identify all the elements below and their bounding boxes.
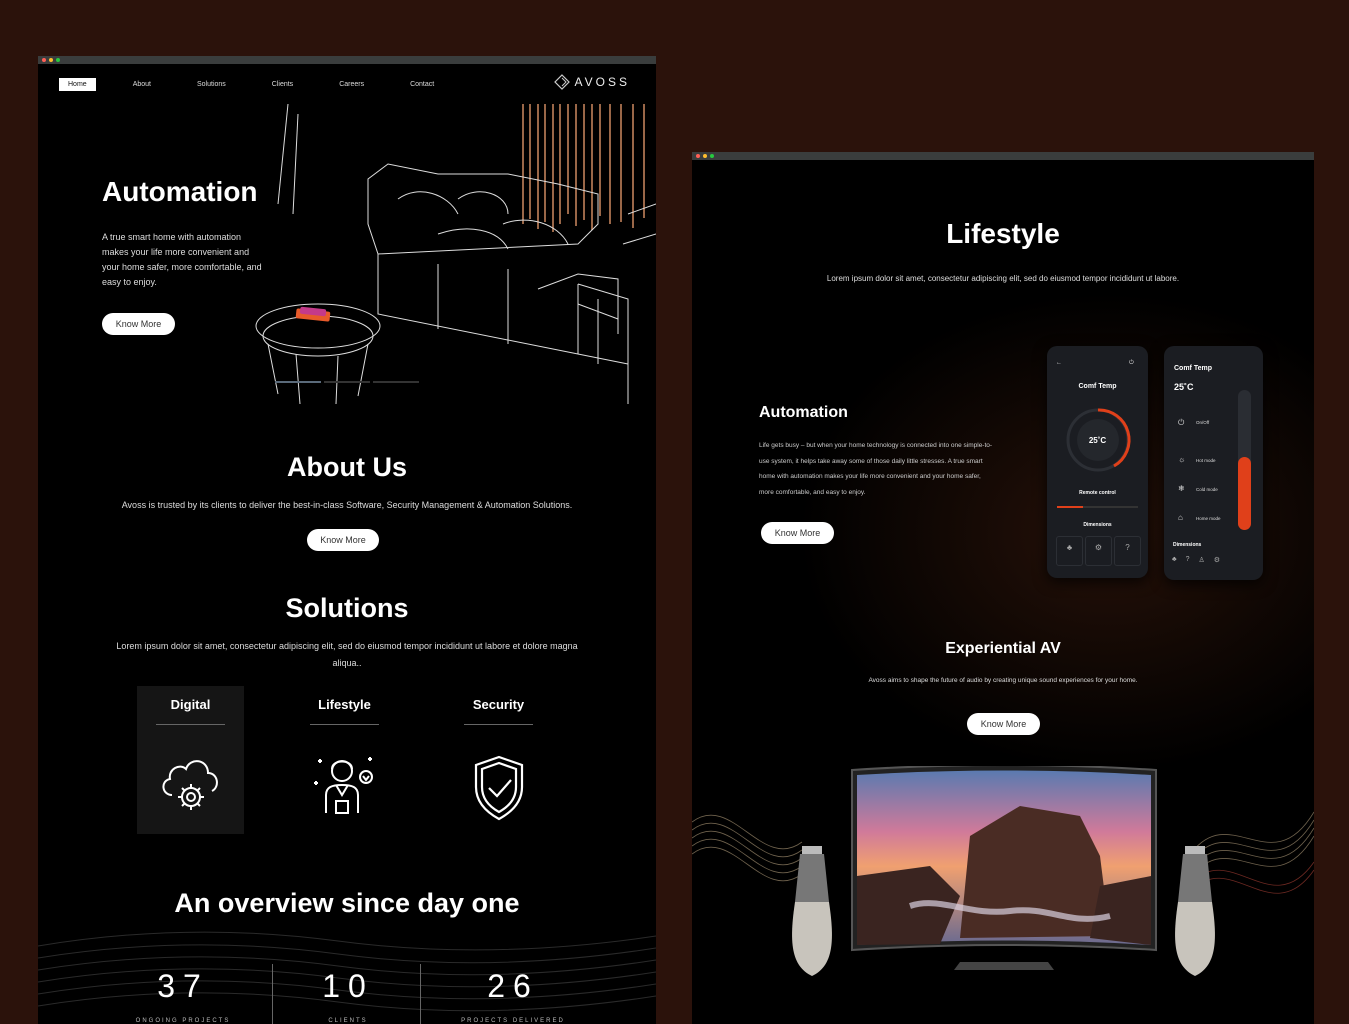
solution-card-digital[interactable]: Digital xyxy=(137,686,244,834)
help-icon[interactable]: ? xyxy=(1114,536,1141,566)
maximize-dot[interactable] xyxy=(710,154,714,158)
mode-label[interactable]: Home mode xyxy=(1196,516,1221,521)
dimensions-label: Dimensions xyxy=(1083,522,1112,528)
solution-card-security[interactable]: Security xyxy=(445,686,552,834)
hero-know-more-button[interactable]: Know More xyxy=(102,313,175,335)
power-icon[interactable]: ⏻ xyxy=(1129,360,1134,367)
window-titlebar xyxy=(692,152,1314,160)
mode-label[interactable]: Hot mode xyxy=(1196,458,1216,463)
phone-shortcuts: ♣ ⚙ ? xyxy=(1056,536,1141,566)
user-icon[interactable]: ♙ xyxy=(1199,556,1205,564)
nav-careers[interactable]: Careers xyxy=(330,78,373,91)
person-heart-icon xyxy=(313,757,373,814)
nav-about[interactable]: About xyxy=(124,78,160,91)
left-browser-window: Home About Solutions Clients Careers Con… xyxy=(38,56,656,1024)
av-title: Experiential AV xyxy=(945,640,1061,657)
nav-contact[interactable]: Contact xyxy=(401,78,443,91)
remote-label: Remote control xyxy=(1079,490,1116,496)
curved-tv-image xyxy=(851,766,1157,970)
automation-know-more-button[interactable]: Know More xyxy=(761,522,834,544)
solutions-title: Solutions xyxy=(285,593,409,623)
snowflake-icon[interactable]: ❄ xyxy=(1178,484,1185,493)
remote-slider[interactable] xyxy=(1057,506,1138,508)
tree-icon[interactable]: ♣ xyxy=(1172,556,1177,564)
lifestyle-title: Lifestyle xyxy=(946,218,1060,249)
slide-dot-2[interactable] xyxy=(324,381,370,383)
stat-number: 10 xyxy=(322,968,374,1004)
phone-title: Comf Temp xyxy=(1078,383,1117,390)
close-dot[interactable] xyxy=(42,58,46,62)
nav-clients[interactable]: Clients xyxy=(263,78,302,91)
phone-temperature: 25˚C xyxy=(1174,382,1194,392)
stat-label: CLIENTS xyxy=(328,1018,368,1024)
mode-label[interactable]: Cold mode xyxy=(1196,487,1218,492)
gear-icon[interactable]: ⚙ xyxy=(1085,536,1112,566)
hero-title: Automation xyxy=(102,176,258,207)
diamond-logo-icon xyxy=(553,74,570,90)
divider xyxy=(310,724,379,725)
solution-card-lifestyle[interactable]: Lifestyle xyxy=(291,686,398,834)
gear-icon[interactable]: ⚙ xyxy=(1214,556,1220,564)
speaker-left-image xyxy=(792,846,832,976)
mode-label[interactable]: On/Off xyxy=(1196,420,1209,425)
av-text: Avoss aims to shape the future of audio … xyxy=(868,677,1138,684)
home-icon[interactable]: ⌂ xyxy=(1178,513,1183,522)
phone-mockup-dial: ← ⏻ Comf Temp 25˚C Remote control Dimens… xyxy=(1047,346,1148,578)
solution-label: Digital xyxy=(170,697,211,712)
logo-text: AVOSS xyxy=(574,75,630,89)
level-bar[interactable] xyxy=(1238,390,1251,530)
about-know-more-button[interactable]: Know More xyxy=(307,529,379,551)
sun-icon[interactable]: ☼ xyxy=(1178,455,1185,464)
hero-description: A true smart home with automation makes … xyxy=(102,232,262,287)
overview-title: An overview since day one xyxy=(174,888,520,918)
nav-home[interactable]: Home xyxy=(59,78,96,91)
power-icon[interactable]: ⏻ xyxy=(1178,418,1184,428)
hero-slider-indicator xyxy=(275,381,419,383)
shield-check-icon xyxy=(474,755,523,821)
divider xyxy=(464,724,533,725)
minimize-dot[interactable] xyxy=(703,154,707,158)
maximize-dot[interactable] xyxy=(56,58,60,62)
tree-icon[interactable]: ♣ xyxy=(1056,536,1083,566)
close-dot[interactable] xyxy=(696,154,700,158)
minimize-dot[interactable] xyxy=(49,58,53,62)
cloud-gear-icon xyxy=(162,760,218,810)
stat-number: 37 xyxy=(157,968,209,1004)
level-fill xyxy=(1238,457,1251,530)
about-text: Avoss is trusted by its clients to deliv… xyxy=(121,500,573,510)
back-arrow-icon[interactable]: ← xyxy=(1056,360,1062,366)
stat-label: ONGOING PROJECTS xyxy=(135,1018,231,1024)
stat-label: PROJECTS DELIVERED xyxy=(461,1018,565,1024)
phone-mockup-modes: Comf Temp 25˚C ⏻ On/Off ☼ Hot mode ❄ Col… xyxy=(1164,346,1263,580)
window-titlebar xyxy=(38,56,656,64)
lifestyle-subtitle: Lorem ipsum dolor sit amet, consectetur … xyxy=(826,274,1180,283)
divider xyxy=(272,964,273,1024)
automation-text: Life gets busy – but when your home tech… xyxy=(759,442,993,496)
solution-label: Lifestyle xyxy=(318,697,371,712)
av-know-more-button[interactable]: Know More xyxy=(967,713,1040,735)
nav-solutions[interactable]: Solutions xyxy=(188,78,235,91)
phone-shortcuts: ♣ ? ♙ ⚙ xyxy=(1172,556,1220,564)
brand-logo[interactable]: AVOSS xyxy=(553,74,630,90)
stat-number: 26 xyxy=(487,968,539,1004)
slide-dot-3[interactable] xyxy=(373,381,419,383)
divider xyxy=(420,964,421,1024)
right-browser-window: Lifestyle Lorem ipsum dolor sit amet, co… xyxy=(692,152,1314,1024)
phone-title: Comf Temp xyxy=(1174,365,1212,372)
about-title: About Us xyxy=(287,452,407,482)
automation-title: Automation xyxy=(759,404,848,421)
solution-label: Security xyxy=(472,697,525,712)
solutions-text: Lorem ipsum dolor sit amet, consectetur … xyxy=(116,641,578,668)
speaker-right-image xyxy=(1175,846,1215,976)
dimensions-label: Dimensions xyxy=(1173,542,1202,548)
help-icon[interactable]: ? xyxy=(1186,556,1190,564)
main-nav: Home About Solutions Clients Careers Con… xyxy=(59,78,471,91)
slide-dot-1[interactable] xyxy=(275,381,321,383)
dial-temperature: 25˚C xyxy=(1088,436,1107,445)
overview-stats: 37 ONGOING PROJECTS 10 CLIENTS 26 PROJEC… xyxy=(38,956,656,1024)
divider xyxy=(156,724,225,725)
